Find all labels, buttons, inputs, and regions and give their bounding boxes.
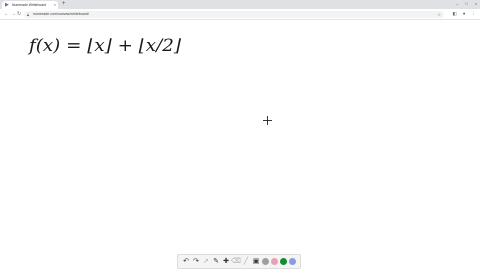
eraser-icon[interactable]: ⌫: [231, 258, 241, 266]
pointer-icon[interactable]: ➚: [202, 258, 210, 266]
extension-icons: ◧ ● ⋮: [453, 10, 476, 18]
browser-window: ▶ Numerade Whiteboard × + – □ × ← → ↻ 🔒︎…: [0, 0, 480, 270]
color-blue-swatch[interactable]: [289, 258, 296, 265]
drawing-toolbar: ↶ ↷ ➚ ✎ ✚ ⌫ ╱ ▣: [177, 254, 301, 269]
numerade-favicon-icon: ▶: [5, 1, 9, 8]
url-text: numerade.com/canvas/whiteboard/: [33, 11, 89, 16]
browser-toolbar: ← → ↻ 🔒︎ numerade.com/canvas/whiteboard/…: [0, 9, 480, 20]
forward-icon[interactable]: →: [11, 10, 16, 18]
tab-numerade-whiteboard[interactable]: ▶ Numerade Whiteboard ×: [2, 1, 58, 9]
highlighter-icon[interactable]: ╱: [242, 258, 250, 266]
back-icon[interactable]: ←: [4, 10, 9, 18]
expression-text: f(x) = ⌊x⌋ + ⌊x/2⌋: [27, 36, 182, 56]
extension-icon[interactable]: ◧: [453, 10, 457, 18]
close-window-icon[interactable]: ×: [475, 0, 477, 8]
maximize-icon[interactable]: □: [465, 0, 467, 8]
color-gray-swatch[interactable]: [262, 258, 269, 265]
redo-icon[interactable]: ↷: [192, 258, 200, 266]
lock-icon: 🔒︎: [27, 11, 30, 17]
handwritten-expression: f(x) = ⌊x⌋ + ⌊x/2⌋: [27, 36, 182, 56]
tab-strip: ▶ Numerade Whiteboard × + – □ ×: [0, 0, 480, 9]
undo-icon[interactable]: ↶: [182, 258, 190, 266]
new-tab-button[interactable]: +: [62, 1, 66, 8]
color-green-swatch[interactable]: [280, 258, 287, 265]
minimize-icon[interactable]: –: [456, 0, 458, 8]
pen-icon[interactable]: ✎: [212, 258, 220, 266]
color-pink-swatch[interactable]: [271, 258, 278, 265]
tab-close-icon[interactable]: ×: [54, 2, 56, 7]
bookmark-star-icon[interactable]: ☆: [437, 11, 441, 18]
image-icon[interactable]: ▣: [252, 258, 260, 266]
profile-icon[interactable]: ●: [463, 10, 466, 18]
whiteboard-canvas[interactable]: f(x) = ⌊x⌋ + ⌊x/2⌋: [0, 20, 480, 270]
reload-icon[interactable]: ↻: [17, 10, 21, 18]
crosshair-cursor-icon: [263, 116, 272, 125]
menu-dots-icon[interactable]: ⋮: [472, 10, 477, 18]
tab-title: Numerade Whiteboard: [12, 2, 47, 7]
add-icon[interactable]: ✚: [222, 258, 230, 266]
window-controls: – □ ×: [456, 0, 477, 8]
address-bar[interactable]: 🔒︎ numerade.com/canvas/whiteboard/ ☆: [24, 10, 444, 18]
